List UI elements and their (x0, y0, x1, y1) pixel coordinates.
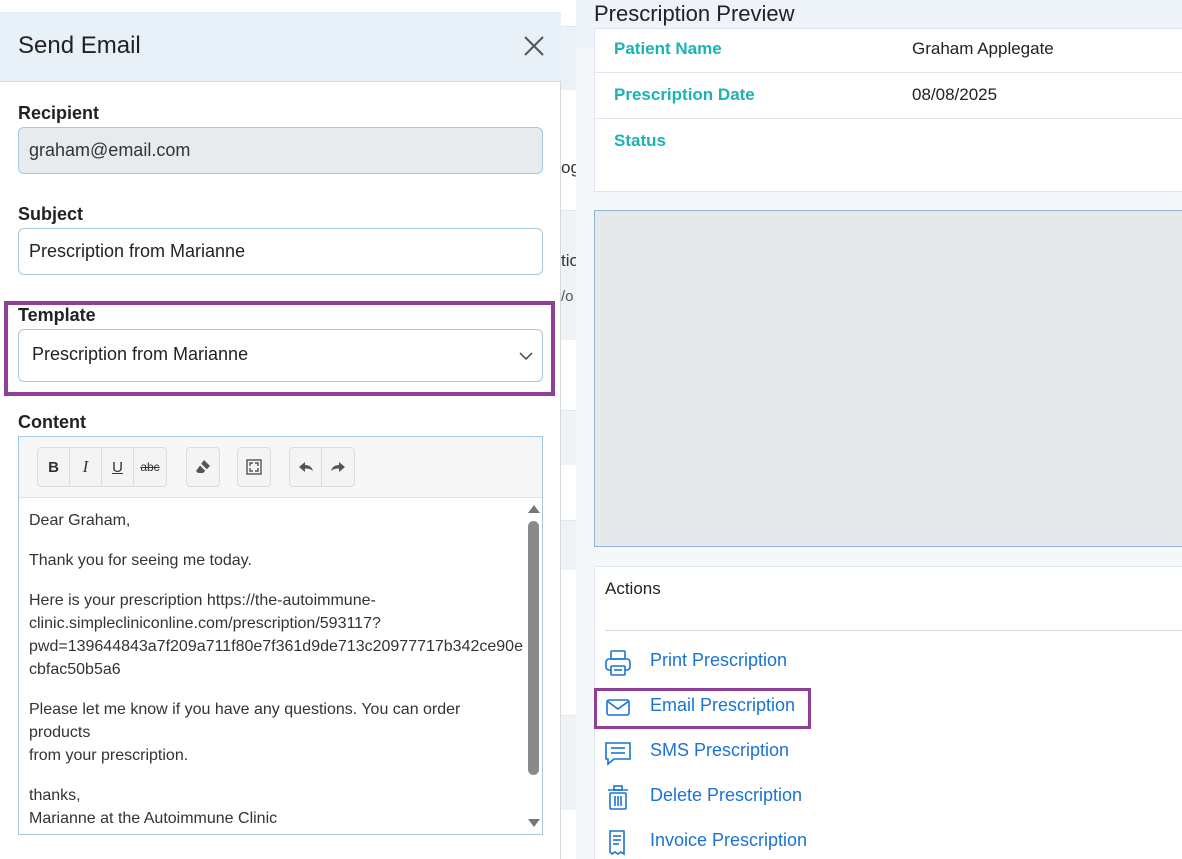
background-strip (560, 26, 576, 90)
actions-title: Actions (605, 579, 661, 598)
chevron-down-icon (519, 352, 533, 361)
recipient-label: Recipient (18, 103, 100, 123)
template-selected-value: Prescription from Marianne (32, 344, 249, 364)
fullscreen-button[interactable] (238, 448, 270, 486)
italic-button[interactable]: I (70, 448, 102, 486)
print-prescription-link[interactable]: Print Prescription (603, 642, 903, 682)
redo-button[interactable] (322, 448, 354, 486)
preview-title: Prescription Preview (594, 1, 795, 26)
redo-icon (331, 462, 345, 472)
info-row-patient-name: Patient Name Graham Applegate (595, 29, 1182, 73)
email-signoff: thanks, Marianne at the Autoimmune Clini… (29, 784, 514, 830)
prescription-image-placeholder (594, 210, 1182, 547)
info-row-prescription-date: Prescription Date 08/08/2025 (595, 73, 1182, 119)
email-link-line: cbfac50b5a6 (29, 661, 121, 678)
modal-header: Send Email (0, 12, 561, 82)
invoice-prescription-link[interactable]: Invoice Prescription (603, 822, 903, 859)
template-label: Template (18, 305, 96, 325)
chat-icon (605, 742, 631, 766)
email-line: Thank you for seeing me today. (29, 552, 252, 569)
background-strip (560, 715, 576, 810)
undo-button[interactable] (290, 448, 322, 486)
background-strip (560, 210, 576, 340)
template-select[interactable]: Prescription from Marianne (18, 329, 543, 382)
background-strip (560, 410, 576, 465)
action-label: SMS Prescription (650, 740, 790, 760)
email-signature: Marianne at the Autoimmune Clinic (29, 810, 278, 827)
divider (605, 630, 1182, 631)
email-line: thanks, (29, 787, 81, 804)
prescription-preview-panel: Prescription Preview Patient Name Graham… (576, 0, 1182, 859)
email-line: Please let me know if you have any quest… (29, 701, 461, 741)
email-link-line: pwd=139644843a7f209a711f80e7f361d9de713c… (29, 638, 523, 655)
clear-format-group (186, 447, 220, 487)
recipient-input[interactable]: graham@email.com (18, 127, 543, 174)
send-email-modal: Send Email Recipient graham@email.com Su… (0, 12, 561, 859)
invoice-icon (609, 830, 625, 856)
content-editor: B I U abc Dear Graham, Thank you for see… (18, 436, 543, 835)
delete-prescription-link[interactable]: Delete Prescription (603, 777, 903, 817)
eraser-button[interactable] (187, 448, 219, 486)
history-group (289, 447, 355, 487)
sms-prescription-link[interactable]: SMS Prescription (603, 732, 903, 772)
trash-icon (608, 785, 628, 810)
subject-input[interactable]: Prescription from Marianne (18, 228, 543, 275)
scroll-up-arrow-icon[interactable] (528, 505, 540, 513)
info-value: Graham Applegate (912, 39, 1054, 58)
modal-title: Send Email (18, 32, 141, 59)
strikethrough-button[interactable]: abc (134, 448, 166, 486)
underline-button[interactable]: U (102, 448, 134, 486)
email-link-line: clinic.simplecliniconline.com/prescripti… (29, 615, 381, 632)
info-label: Status (614, 131, 666, 150)
info-label: Prescription Date (614, 85, 755, 104)
email-link-paragraph: Here is your prescription https://the-au… (29, 589, 523, 681)
action-label: Delete Prescription (650, 785, 803, 805)
printer-icon (605, 650, 631, 676)
close-icon[interactable] (520, 32, 548, 60)
background-text: /o (561, 288, 574, 305)
info-value: 08/08/2025 (912, 85, 998, 104)
undo-icon (298, 462, 313, 472)
email-greeting: Dear Graham, (29, 512, 131, 529)
info-label: Patient Name (614, 39, 722, 58)
prescription-info-card: Patient Name Graham Applegate Prescripti… (594, 28, 1182, 192)
email-line: from your prescription. (29, 747, 189, 764)
format-group: B I U abc (37, 447, 167, 487)
scrollbar-thumb[interactable] (528, 521, 539, 775)
action-label: Print Prescription (650, 650, 788, 670)
action-label: Invoice Prescription (650, 830, 808, 850)
subject-label: Subject (18, 204, 84, 224)
email-link-line: Here is your prescription https://the-au… (29, 592, 376, 609)
eraser-icon (196, 460, 210, 474)
email-paragraph: Please let me know if you have any quest… (29, 698, 514, 767)
content-label: Content (18, 412, 86, 432)
fullscreen-icon (246, 459, 262, 475)
email-prescription-highlight (594, 688, 811, 729)
editor-scrollbar[interactable] (524, 499, 542, 834)
fullscreen-group (237, 447, 271, 487)
background-strip (560, 520, 576, 570)
bold-button[interactable]: B (38, 448, 70, 486)
editor-body[interactable]: Dear Graham, Thank you for seeing me tod… (19, 499, 524, 834)
editor-toolbar: B I U abc (19, 437, 542, 498)
scroll-down-arrow-icon[interactable] (528, 819, 540, 827)
info-row-status: Status (595, 119, 1182, 165)
